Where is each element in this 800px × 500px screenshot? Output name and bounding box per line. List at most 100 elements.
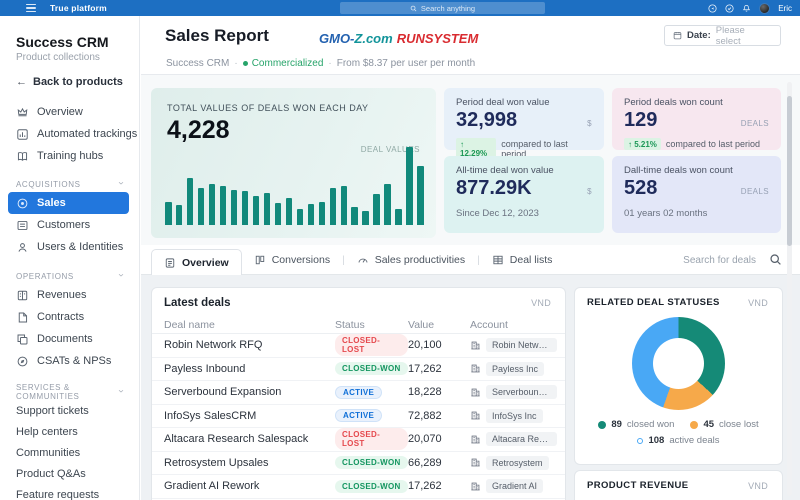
account-pill[interactable]: Gradient AI	[486, 479, 544, 494]
product-title: Success CRM	[16, 34, 109, 50]
sidebar-item-sales[interactable]: Sales	[8, 192, 129, 214]
table-row[interactable]: Serverbound Expansion ACTIVE 18,228 Serverb…	[152, 381, 565, 405]
tab-overview[interactable]: Overview	[151, 249, 242, 276]
deal-name: Retrosystem Upsales	[164, 456, 269, 469]
target-icon	[16, 197, 29, 210]
sidebar-item-contracts[interactable]: Contracts	[0, 306, 139, 328]
deal-value-bar	[406, 147, 413, 225]
legend-label: active deals	[669, 435, 720, 446]
kpi-note: Since Dec 12, 2023	[456, 208, 539, 219]
tab-label: Conversions	[271, 254, 331, 266]
sidebar-item-training-hubs[interactable]: Training hubs	[0, 145, 139, 167]
scrollbar-track[interactable]	[787, 82, 792, 496]
section-header-acquisitions[interactable]: ACQUISITIONS	[0, 176, 139, 192]
check-circle-icon[interactable]	[725, 3, 734, 13]
sidebar-item-help-centers[interactable]: Help centers	[0, 421, 139, 442]
account-pill[interactable]: InfoSys Inc	[486, 408, 543, 423]
contract-icon	[16, 311, 29, 324]
sidebar-item-label: Contracts	[37, 311, 85, 323]
tab-label: Sales productivities	[374, 254, 466, 266]
building-icon	[470, 434, 481, 445]
copy-icon	[16, 333, 29, 346]
sidebar-item-users-identities[interactable]: Users & Identities	[0, 236, 139, 258]
deal-name: Altacara Research Salespack	[164, 433, 309, 446]
sidebar-item-product-q-as[interactable]: Product Q&As	[0, 463, 139, 484]
sidebar-item-label: Communities	[16, 446, 81, 459]
kpi-band: TOTAL VALUES OF DEALS WON EACH DAY 4,228…	[141, 76, 800, 245]
send-icon[interactable]	[708, 3, 717, 13]
user-name: Eric	[778, 3, 792, 13]
legend-item-closed-won[interactable]: 89 closed won	[598, 419, 674, 430]
search-icon[interactable]	[769, 253, 782, 266]
section-header-services-communities[interactable]: SERVICES & COMMUNITIES	[0, 383, 139, 401]
legend-marker-icon	[690, 420, 699, 429]
status-badge: CLOSED-WON	[335, 362, 408, 376]
status-dot-icon	[242, 61, 248, 66]
sidebar-item-support-tickets[interactable]: Support tickets	[0, 400, 139, 421]
account-pill[interactable]: Payless Inc	[486, 361, 545, 376]
building-icon	[470, 387, 481, 398]
deal-value: 66,289	[408, 456, 442, 469]
sidebar-item-feature-requests[interactable]: Feature requests	[0, 484, 139, 500]
legend-item-close-lost[interactable]: 45 close lost	[690, 419, 759, 430]
sidebar-item-revenues[interactable]: Revenues	[0, 284, 139, 306]
tab-label: Deal lists	[509, 254, 553, 266]
sidebar-top-items: Overview Automated trackings Training hubs	[0, 101, 139, 167]
status-badge: CLOSED-LOST	[335, 428, 408, 451]
bell-icon[interactable]	[742, 4, 751, 13]
sidebar-item-documents[interactable]: Documents	[0, 328, 139, 350]
sidebar-item-overview[interactable]: Overview	[0, 101, 139, 123]
deal-value-bar	[362, 210, 369, 225]
sidebar-sections: ACQUISITIONS Sales Customers Users & Identi…	[0, 176, 139, 500]
legend-marker-icon	[637, 437, 644, 444]
scrollbar-thumb[interactable]	[787, 96, 792, 246]
donut-legend: 89 closed won 45 close lost 108 active deals	[575, 419, 782, 446]
deals-search-input[interactable]: Search for deals	[683, 245, 756, 275]
date-picker[interactable]: Date: Please select	[664, 25, 781, 47]
deal-value-bar	[351, 207, 358, 225]
table-row[interactable]: Altacara Research Salespack CLOSED-LOST 20…	[152, 428, 565, 452]
deals-table-body: Robin Network RFQ CLOSED-LOST 20,100 Robin …	[152, 334, 565, 500]
crown-icon	[16, 106, 29, 119]
sidebar-item-label: Product Q&As	[16, 467, 86, 480]
account-pill[interactable]: Altacara Research	[486, 432, 557, 447]
sidebar-section-operations: OPERATIONS Revenues Contracts Documents CSAT…	[0, 268, 139, 372]
sidebar-item-customers[interactable]: Customers	[0, 214, 139, 236]
sidebar-item-communities[interactable]: Communities	[0, 442, 139, 463]
back-to-products-link[interactable]: ← Back to products	[16, 76, 139, 88]
account-pill[interactable]: Robin Networks	[486, 338, 557, 353]
deal-value-bar	[296, 209, 304, 225]
search-icon	[410, 5, 417, 11]
deal-value-bar	[274, 203, 282, 225]
sidebar-item-label: Revenues	[37, 289, 87, 301]
building-icon	[470, 340, 481, 351]
user-avatar[interactable]	[759, 2, 771, 14]
table-row[interactable]: Payless Inbound CLOSED-WON 17,262 Payless I…	[152, 358, 565, 381]
table-row[interactable]: Robin Network RFQ CLOSED-LOST 20,100 Robin …	[152, 334, 565, 358]
tab-conversions[interactable]: Conversions	[242, 245, 342, 275]
account-pill[interactable]: Retrosystem	[486, 455, 549, 470]
table-row[interactable]: InfoSys SalesCRM ACTIVE 72,882 InfoSys Inc	[152, 405, 565, 428]
deal-value-bar	[165, 201, 172, 225]
sidebar-item-automated-trackings[interactable]: Automated trackings	[0, 123, 139, 145]
account-pill[interactable]: Serverbound Inc	[486, 385, 557, 400]
tab-sales-productivities[interactable]: Sales productivities	[345, 245, 477, 275]
section-header-operations[interactable]: OPERATIONS	[0, 268, 139, 284]
sidebar-item-label: Feature requests	[16, 488, 100, 500]
kpi-label: All-time deal won value	[456, 165, 554, 176]
section-label: SERVICES & COMMUNITIES	[16, 383, 80, 401]
platform-brand: True platform	[50, 3, 107, 13]
sidebar-item-csats-npss[interactable]: CSATs & NPSs	[0, 350, 139, 372]
overview-content: Latest deals VND Deal name Status Value …	[141, 275, 800, 500]
table-row[interactable]: Retrosystem Upsales CLOSED-WON 66,289 Retro…	[152, 452, 565, 475]
sidebar-item-label: Sales	[37, 197, 66, 209]
legend-item-active-deals[interactable]: 108 active deals	[637, 435, 720, 446]
table-icon	[492, 254, 504, 266]
legend-value: 89	[611, 419, 622, 430]
deal-value-bar	[252, 196, 260, 225]
global-search-input[interactable]: Search anything	[340, 2, 545, 14]
table-row[interactable]: Gradient AI Rework CLOSED-WON 17,262 Gradie…	[152, 475, 565, 499]
hamburger-menu-icon[interactable]	[26, 4, 36, 12]
tab-deal-lists[interactable]: Deal lists	[480, 245, 565, 275]
sidebar-item-label: Overview	[37, 106, 83, 118]
